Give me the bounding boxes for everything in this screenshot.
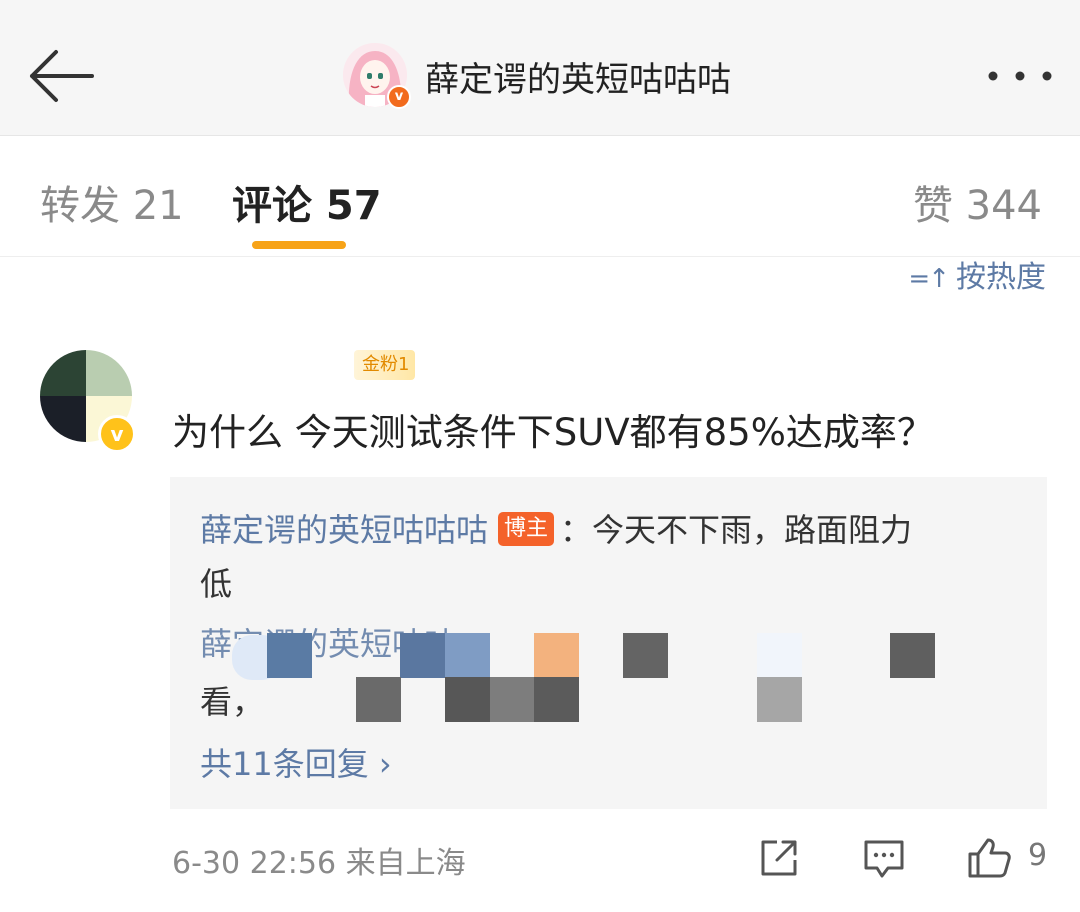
reply-text: ：今天不下雨，路面阻力 — [560, 511, 913, 549]
active-tab-indicator — [252, 241, 346, 249]
thumbs-up-icon[interactable] — [966, 836, 1012, 880]
tab-likes[interactable]: 赞 344 — [913, 173, 1042, 231]
comment-icon[interactable] — [862, 836, 906, 880]
tab-reposts[interactable]: 转发 21 — [40, 173, 184, 231]
reply-text-line-2: 低 — [200, 565, 233, 603]
sort-by-popularity-button[interactable]: =↑ 按热度 — [908, 252, 1046, 296]
reply-preview-box[interactable]: 薛定谔的英短咕咕咕 博主 ：今天不下雨，路面阻力 低 薛定谔的英短咕咕 看， 共11… — [170, 477, 1047, 809]
top-bar: v 薛定谔的英短咕咕咕 — [0, 0, 1080, 136]
reply-line-1: 薛定谔的英短咕咕咕 博主 ：今天不下雨，路面阻力 — [200, 505, 912, 552]
sort-label: 按热度 — [956, 260, 1046, 295]
share-icon[interactable] — [757, 836, 801, 880]
redacted-mosaic — [222, 629, 1002, 729]
sort-icon: =↑ — [908, 264, 950, 294]
verified-badge: v — [98, 415, 136, 453]
fan-level-badge[interactable]: 金粉1 — [354, 350, 416, 380]
more-horizontal-icon[interactable] — [985, 62, 1055, 90]
reply-author[interactable]: 薛定谔的英短咕咕咕 — [200, 511, 488, 549]
verified-badge: v — [387, 85, 411, 109]
like-count: 9 — [1028, 838, 1048, 873]
comment-timestamp-location: 6-30 22:56 来自上海 — [172, 846, 466, 881]
tab-comments[interactable]: 评论 57 — [232, 173, 382, 231]
page-title: 薛定谔的英短咕咕咕 — [425, 60, 731, 100]
view-all-replies-link[interactable]: 共11条回复 › — [200, 739, 392, 785]
arrow-left-icon[interactable] — [26, 46, 96, 106]
comment-text: 为什么 今天测试条件下SUV都有85%达成率？ — [172, 411, 934, 454]
author-avatar[interactable]: v — [343, 43, 411, 109]
tab-bar: 转发 21 评论 57 赞 344 — [0, 137, 1080, 257]
host-badge: 博主 — [498, 512, 555, 546]
